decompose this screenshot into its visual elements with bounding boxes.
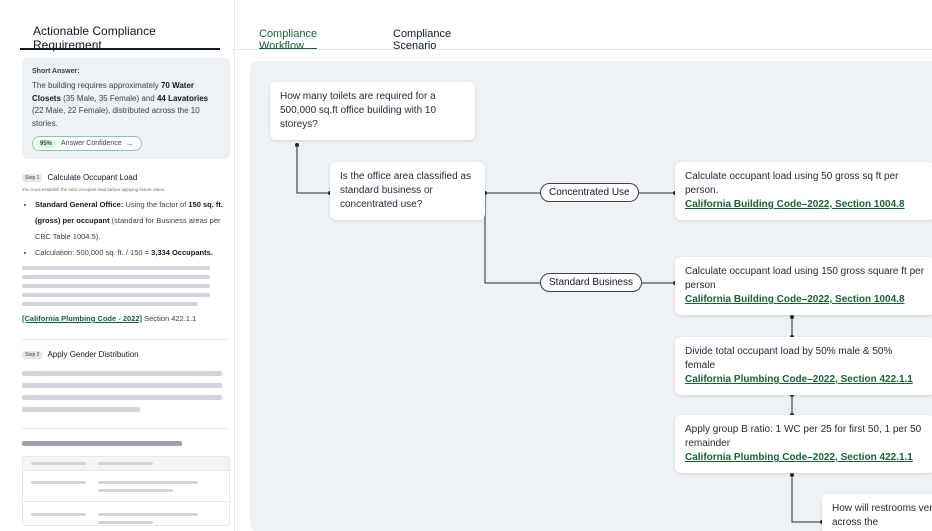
step-title: Apply Gender Distribution (47, 350, 139, 359)
code-reference-link[interactable]: California Building Code–2022, Section 1… (685, 198, 925, 212)
tab-compliance-workflow[interactable]: Compliance Workflow (259, 24, 318, 52)
connector-dot (295, 143, 299, 147)
short-answer-card: Short Answer: The building requires appr… (22, 58, 230, 159)
list-item-bold: Standard General Office: (35, 200, 124, 209)
short-answer-title: Short Answer: (32, 68, 80, 75)
skeleton-cell (98, 481, 198, 484)
step-title: Calculate Occupant Load (47, 173, 138, 182)
answer-text-part: (22 Male, 22 Female), distributed across… (32, 106, 200, 128)
code-reference-link[interactable]: California Plumbing Code–2022, Section 4… (685, 373, 925, 387)
answer-text-part: (35 Male, 35 Female) and (60, 93, 157, 103)
branch-concentrated-use[interactable]: Concentrated Use (540, 183, 639, 202)
node-text: Calculate occupant load using 150 gross … (685, 266, 925, 291)
node-text: Apply group B ratio: 1 WC per 25 for fir… (685, 424, 922, 449)
concentrated-load-node[interactable]: Calculate occupant load using 50 gross s… (675, 162, 932, 220)
list-item-text: Using the factor of (123, 200, 189, 209)
question-node[interactable]: How many toilets are required for a 500,… (270, 82, 475, 140)
citation-section: Section 422.1.1 (142, 314, 197, 323)
skeleton-cell (31, 513, 86, 516)
loading-skeleton (22, 371, 230, 412)
skeleton-line (22, 395, 222, 400)
branch-standard-business[interactable]: Standard Business (540, 273, 642, 292)
skeleton-heading (22, 441, 182, 446)
node-text: How will restrooms vertically across the (832, 503, 932, 528)
citation: [California Plumbing Code - 2022] Sectio… (22, 314, 230, 323)
node-text: Divide total occupant load by 50% male &… (685, 346, 893, 371)
skeleton-cell (98, 462, 153, 465)
skeleton-line (22, 266, 210, 270)
skeleton-line (22, 293, 210, 297)
skeleton-line (22, 302, 198, 306)
lavatories-count: 44 Lavatories (156, 93, 209, 103)
table-header (23, 457, 229, 471)
skeleton-line (22, 407, 140, 412)
step-badge: Step 2 (22, 350, 43, 359)
tab-actionable-compliance-requirement[interactable]: Actionable Compliance Requirement (20, 24, 220, 52)
tabs-divider (235, 49, 932, 50)
answer-confidence-button[interactable]: 95% Answer Confidence → (32, 136, 142, 151)
divider (22, 339, 230, 340)
skeleton-table (22, 456, 230, 526)
skeleton-line (22, 275, 210, 279)
step-1-list: Standard General Office: Using the facto… (22, 197, 230, 261)
question-text: How many toilets are required for a 500,… (280, 91, 437, 130)
confidence-label: Answer Confidence (61, 140, 122, 147)
connector-dot (790, 315, 794, 319)
step-badge: Step 1 (22, 173, 43, 182)
list-item-text: Calculation: 500,000 sq. ft. / 150 = (35, 248, 152, 257)
connector-decision-standard (484, 193, 540, 284)
skeleton-line (22, 371, 222, 376)
arrow-right-icon: → (125, 139, 134, 148)
step-note: You must establish the total occupant lo… (22, 187, 166, 192)
list-item: Standard General Office: Using the facto… (35, 197, 230, 245)
citation-link[interactable]: [California Plumbing Code - 2022] (22, 314, 142, 323)
connector-dot (790, 473, 794, 477)
skeleton-cell (31, 481, 86, 484)
loading-skeleton (22, 266, 230, 306)
standard-load-node[interactable]: Calculate occupant load using 150 gross … (675, 257, 932, 315)
workflow-canvas[interactable]: How many toilets are required for a 500,… (250, 61, 932, 531)
divider (22, 428, 230, 429)
gender-split-node[interactable]: Divide total occupant load by 50% male &… (675, 337, 932, 395)
short-answer-text: The building requires approximately 70 W… (32, 80, 220, 130)
restroom-distribution-node[interactable]: How will restrooms vertically across the (822, 494, 932, 531)
code-reference-link[interactable]: California Building Code–2022, Section 1… (685, 293, 925, 307)
decision-node[interactable]: Is the office area classified as standar… (330, 162, 485, 220)
skeleton-line (22, 284, 210, 288)
requirement-content: Short Answer: The building requires appr… (22, 58, 230, 526)
requirement-panel: Actionable Compliance Requirement Short … (0, 0, 235, 531)
step-1-header: Step 1 Calculate Occupant Load (22, 173, 230, 182)
node-text: Calculate occupant load using 50 gross s… (685, 171, 899, 196)
answer-text-part: The building requires approximately (32, 81, 161, 90)
skeleton-cell (98, 513, 198, 516)
decision-text: Is the office area classified as standar… (340, 171, 471, 210)
row-divider (23, 501, 229, 502)
list-item: Calculation: 500,000 sq. ft. / 150 = 3,3… (35, 245, 230, 261)
group-b-ratio-node[interactable]: Apply group B ratio: 1 WC per 25 for fir… (675, 415, 932, 473)
confidence-badge: 95% (36, 139, 57, 148)
code-reference-link[interactable]: California Plumbing Code–2022, Section 4… (685, 451, 925, 465)
connector-question-decision (296, 145, 330, 194)
list-item-bold: 3,334 Occupants. (151, 248, 213, 257)
connector-ratio-restroom (791, 475, 822, 523)
skeleton-cell (98, 521, 153, 524)
step-2-header: Step 2 Apply Gender Distribution (22, 350, 230, 359)
skeleton-cell (98, 489, 173, 492)
skeleton-cell (31, 462, 86, 465)
skeleton-line (22, 383, 222, 388)
tab-compliance-scenario[interactable]: Compliance Scenario (393, 24, 451, 52)
